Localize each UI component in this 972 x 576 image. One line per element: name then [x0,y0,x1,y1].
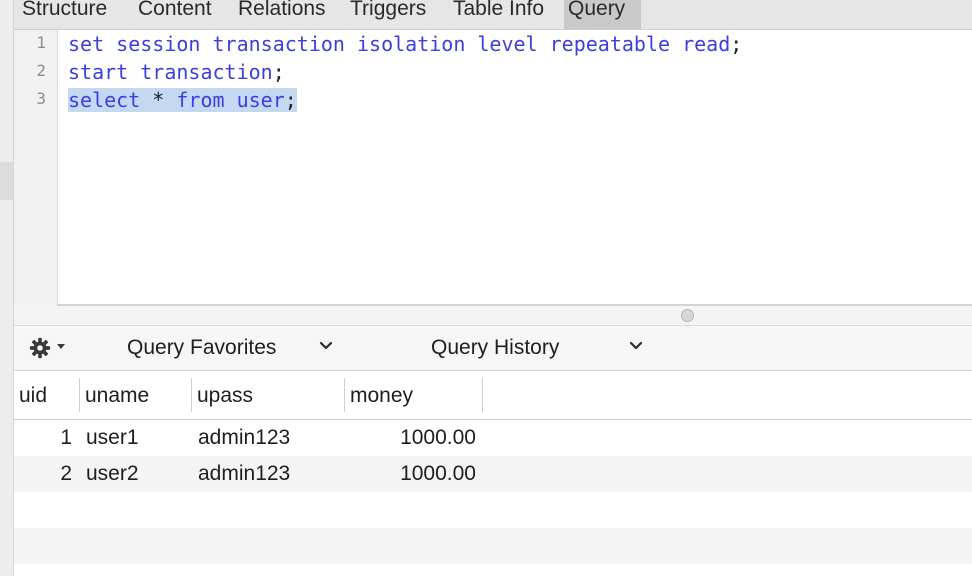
line-number: 2 [36,61,46,80]
column-header-uname[interactable]: uname [80,372,149,419]
tab-table-info[interactable]: Table Info [449,0,548,30]
sql-keywords: set session transaction isolation level … [68,32,731,56]
sidebar-selection[interactable] [0,162,13,200]
code-line-3[interactable]: select * from user; [68,86,297,114]
code-line-1[interactable]: set session transaction isolation level … [68,30,742,58]
column-header-money[interactable]: money [345,372,413,419]
sidebar-strip [0,0,14,576]
chevron-down-icon[interactable] [319,340,333,352]
splitter[interactable] [14,306,972,326]
chevron-down-icon[interactable] [629,340,643,352]
empty-row [14,528,972,564]
cell-uid: 2 [60,462,72,485]
gear-icon[interactable] [29,337,51,359]
tab-structure[interactable]: Structure [18,0,111,30]
column-header-uid[interactable]: uid [14,372,47,419]
text-selection: select * from user; [68,88,297,112]
line-number: 3 [36,89,46,108]
line-number: 1 [36,33,46,52]
sql-keywords: start transaction [68,60,273,84]
table-row[interactable]: 2 user2 admin123 1000.00 [14,456,972,492]
cell-upass: admin123 [198,426,291,449]
cell-uname: user1 [86,426,139,449]
tab-content[interactable]: Content [134,0,216,30]
sql-punct: ; [272,60,285,84]
tab-bar: Structure Content Relations Triggers Tab… [14,0,972,30]
table-row[interactable]: 1 user1 admin123 1000.00 [14,420,972,456]
cell-money: 1000.00 [400,426,476,449]
column-divider[interactable] [482,378,483,412]
query-favorites-button[interactable]: Query Favorites [127,336,276,360]
column-header-upass[interactable]: upass [192,372,253,419]
empty-row [14,492,972,528]
tab-relations[interactable]: Relations [234,0,330,30]
sql-keyword-from: from user [176,88,285,112]
line-number-gutter: 1 2 3 [14,30,58,306]
results-table-header: uid uname upass money [14,372,972,420]
query-history-button[interactable]: Query History [431,336,559,360]
splitter-handle-icon[interactable] [681,309,694,322]
query-editor[interactable]: 1 2 3 set session transaction isolation … [14,30,972,306]
code-line-2[interactable]: start transaction; [68,58,285,86]
caret-down-icon[interactable] [55,340,67,352]
cell-uid: 1 [60,426,72,449]
tab-triggers[interactable]: Triggers [346,0,430,30]
cell-uname: user2 [86,462,139,485]
tab-query[interactable]: Query [564,0,641,30]
sql-punct: ; [284,88,297,112]
sql-keyword-select: select [68,88,141,112]
cell-money: 1000.00 [400,462,476,485]
cell-upass: admin123 [198,462,291,485]
query-toolbar: Query Favorites Query History [14,326,972,371]
sql-punct: ; [730,32,743,56]
sql-star: * [140,88,177,112]
